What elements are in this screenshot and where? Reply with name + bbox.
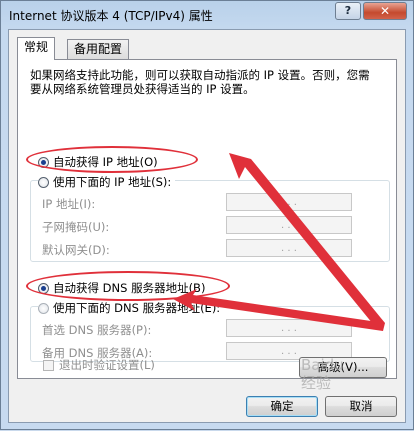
manual-dns-radio[interactable] [38,302,49,314]
manual-ip-label: 使用下面的 IP 地址(S): [53,175,172,189]
manual-ip-radio[interactable] [38,176,49,188]
preferred-dns-label: 首选 DNS 服务器(P): [42,323,152,337]
validate-settings-option[interactable]: 退出时验证设置(L) [43,357,155,373]
watermark: Baidu 经验 [301,356,409,426]
subnet-mask-field[interactable]: . . . [226,216,352,234]
manual-dns-label: 使用下面的 DNS 服务器地址(E): [53,301,221,315]
annotation-oval-dns [26,271,230,301]
manual-dns-option[interactable]: 使用下面的 DNS 服务器地址(E): [38,300,225,316]
validate-settings-checkbox[interactable] [43,359,54,371]
help-button[interactable]: ? [335,2,361,20]
validate-settings-label: 退出时验证设置(L) [59,358,155,372]
manual-ip-option[interactable]: 使用下面的 IP 地址(S): [38,174,176,190]
preferred-dns-field[interactable]: . . . [226,319,352,337]
tab-alternate-config[interactable]: 备用配置 [67,39,130,59]
tab-general[interactable]: 常规 [17,37,56,60]
description-text: 如果网络支持此功能，则可以获取自动指派的 IP 设置。否则，您需要从网络系统管理… [30,68,370,96]
title-bar[interactable]: Internet 协议版本 4 (TCP/IPv4) 属性 ? ✕ [1,1,413,29]
ip-address-label: IP 地址(I): [42,197,96,211]
watermark-line2: 经验 [301,374,332,392]
default-gateway-label: 默认网关(D): [42,243,110,257]
ip-address-field[interactable]: . . . [226,193,352,211]
dialog-window: Internet 协议版本 4 (TCP/IPv4) 属性 ? ✕ 常规 备用配… [0,0,414,430]
subnet-mask-label: 子网掩码(U): [42,220,110,234]
general-tab-panel: 如果网络支持此功能，则可以获取自动指派的 IP 设置。否则，您需要从网络系统管理… [17,59,397,379]
window-title: Internet 协议版本 4 (TCP/IPv4) 属性 [9,9,213,23]
default-gateway-field[interactable]: . . . [226,239,352,257]
watermark-line1: Baidu [301,356,344,374]
close-button[interactable]: ✕ [363,2,407,20]
annotation-oval-ip [26,146,198,173]
